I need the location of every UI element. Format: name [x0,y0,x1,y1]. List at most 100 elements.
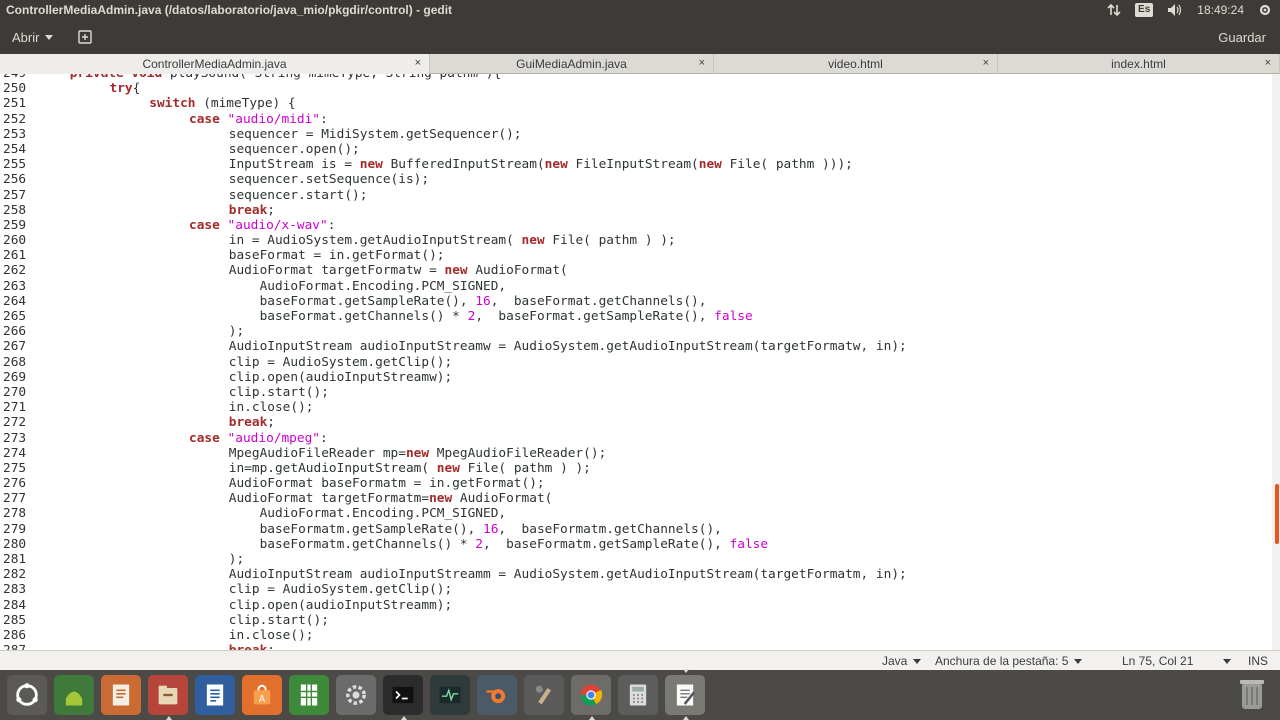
code-line[interactable]: 274 MpegAudioFileReader mp=new MpegAudioF… [0,446,1268,461]
tab-video-html[interactable]: video.html × [714,54,998,74]
chrome-icon[interactable] [571,675,611,720]
code-line[interactable]: 250 try{ [0,81,1268,96]
line-number: 285 [3,612,27,628]
code-line[interactable]: 254 sequencer.open(); [0,142,1268,157]
tab-index-html[interactable]: index.html × [998,54,1280,74]
close-icon[interactable]: × [415,57,421,69]
libreoffice-calc-icon[interactable] [289,675,329,715]
code-line[interactable]: 264 baseFormat.getSampleRate(), 16, base… [0,294,1268,309]
line-number: 282 [3,567,27,583]
keyboard-layout-indicator[interactable]: Es [1135,3,1154,17]
line-text: sequencer.start(); [30,188,368,203]
ubuntu-logo-icon[interactable] [7,675,47,715]
line-number: 267 [3,339,27,355]
code-line[interactable]: 249private void playSound( String mimeTy… [0,74,1268,81]
code-line[interactable]: 278 AudioFormat.Encoding.PCM_SIGNED, [0,506,1268,521]
system-settings-icon[interactable] [336,675,376,715]
volume-icon[interactable] [1167,2,1183,18]
code-line[interactable]: 272 break; [0,415,1268,430]
code-line[interactable]: 257 sequencer.start(); [0,188,1268,203]
code-line[interactable]: 261 baseFormat = in.getFormat(); [0,248,1268,263]
code-line[interactable]: 280 baseFormatm.getChannels() * 2, baseF… [0,537,1268,552]
android-studio-icon[interactable] [54,675,94,715]
software-center-icon[interactable]: A [242,675,282,715]
code-line[interactable]: 271 in.close(); [0,400,1268,415]
code-line[interactable]: 258 break; [0,203,1268,218]
line-text: sequencer = MidiSystem.getSequencer(); [30,127,522,142]
scrollbar-thumb[interactable] [1275,484,1279,544]
settings-gear-icon[interactable] [1258,2,1272,18]
gimp-icon[interactable] [524,675,564,715]
code-editor[interactable]: 249private void playSound( String mimeTy… [0,74,1280,650]
literal-token: false [729,536,769,552]
open-button[interactable]: Abrir [6,25,59,49]
language-selector[interactable]: Java [882,654,922,668]
code-line[interactable]: 279 baseFormatm.getSampleRate(), 16, bas… [0,522,1268,537]
code-line[interactable]: 259 case "audio/x-wav": [0,218,1268,233]
code-token: ); [228,552,245,567]
code-line[interactable]: 283 clip = AudioSystem.getClip(); [0,582,1268,597]
code-token: in=mp.getAudioInputStream( [228,460,437,476]
line-number: 276 [3,476,27,492]
gedit-icon[interactable] [665,669,705,720]
code-line[interactable]: 284 clip.open(audioInputStreamm); [0,598,1268,613]
close-icon[interactable]: × [1265,57,1271,69]
code-line[interactable]: 262 AudioFormat targetFormatw = new Audio… [0,263,1268,278]
code-line[interactable]: 266); [0,324,1268,339]
document-viewer-icon[interactable] [101,675,141,715]
code-line[interactable]: 285 clip.start(); [0,613,1268,628]
network-icon[interactable] [1107,2,1121,18]
calculator-icon[interactable] [618,675,658,715]
insert-mode-indicator[interactable]: INS [1248,654,1268,668]
close-icon[interactable]: × [699,57,705,69]
code-line[interactable]: 282 AudioInputStream audioInputStreamm = … [0,567,1268,582]
code-line[interactable]: 267 AudioInputStream audioInputStreamw = … [0,339,1268,354]
code-line[interactable]: 256 sequencer.setSequence(is); [0,172,1268,187]
line-number: 286 [3,627,27,643]
code-line[interactable]: 286 in.close(); [0,628,1268,643]
files-icon[interactable] [148,675,188,720]
code-lines[interactable]: 249private void playSound( String mimeTy… [0,74,1268,650]
language-label: Java [882,654,908,668]
code-line[interactable]: 255 InputStream is = new BufferedInputStr… [0,157,1268,172]
line-number: 287 [0,643,30,650]
code-line[interactable]: 252 case "audio/midi": [0,112,1268,127]
line-number: 265 [3,309,27,324]
code-line[interactable]: 269 clip.open(audioInputStreamw); [0,370,1268,385]
code-line[interactable]: 270 clip.start(); [0,385,1268,400]
code-token: sequencer.setSequence(is); [228,172,430,188]
code-line[interactable]: 253 sequencer = MidiSystem.getSequencer()… [0,127,1268,142]
code-line[interactable]: 273 case "audio/mpeg": [0,431,1268,446]
code-line[interactable]: 277 AudioFormat targetFormatm=new AudioFo… [0,491,1268,506]
code-line[interactable]: 268 clip = AudioSystem.getClip(); [0,355,1268,370]
libreoffice-writer-icon[interactable] [195,675,235,715]
blender-icon[interactable] [477,675,517,715]
code-line[interactable]: 263 AudioFormat.Encoding.PCM_SIGNED, [0,279,1268,294]
code-line[interactable]: 276 AudioFormat baseFormatm = in.getForma… [0,476,1268,491]
keyword-token: break [228,415,268,431]
code-line[interactable]: 260 in = AudioSystem.getAudioInputStream(… [0,233,1268,248]
tab-width-selector[interactable]: Anchura de la pestaña: 5 [935,654,1083,668]
tab-guimediaadmin-java[interactable]: GuiMediaAdmin.java × [430,54,714,74]
code-token: in.close(); [228,400,314,416]
code-line[interactable]: 275 in=mp.getAudioInputStream( new File( … [0,461,1268,476]
code-line[interactable]: 281); [0,552,1268,567]
code-line[interactable]: 265 baseFormat.getChannels() * 2, baseFo… [0,309,1268,324]
close-icon[interactable]: × [983,57,989,69]
cursor-position-selector[interactable]: Ln 75, Col 21 [1122,654,1232,668]
line-number: 263 [3,278,27,294]
new-document-button[interactable] [72,26,98,48]
vertical-scrollbar[interactable] [1272,74,1280,650]
tab-controllermediaadmin-java[interactable]: ControllerMediaAdmin.java × [0,54,430,74]
terminal-icon[interactable] [383,675,423,720]
save-button[interactable]: Guardar [1210,25,1274,49]
code-token: clip.open(audioInputStreamw); [228,369,453,385]
line-text: baseFormatm.getSampleRate(), 16, baseFor… [30,522,722,537]
system-monitor-icon[interactable] [430,675,470,715]
trash-icon[interactable] [1232,674,1272,714]
chevron-down-icon [45,34,54,40]
code-line[interactable]: 251 switch (mimeType) { [0,96,1268,111]
code-line[interactable]: 287break; [0,643,1268,650]
code-token: clip = AudioSystem.getClip(); [228,354,453,370]
clock[interactable]: 18:49:24 [1197,2,1244,18]
